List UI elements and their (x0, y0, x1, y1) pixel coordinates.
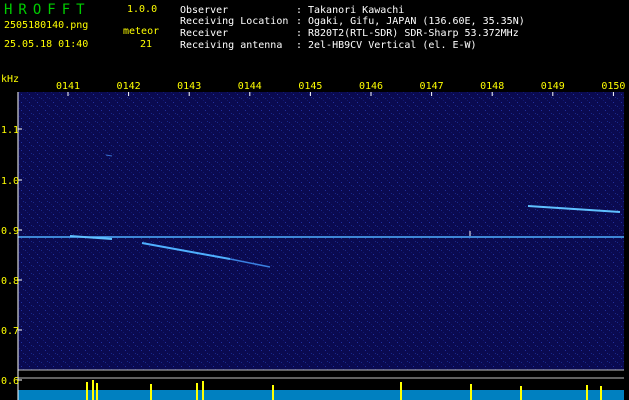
spectrogram-overlay: 1.1 1.0 0.9 0.8 0.7 0.6 kHz 0141 0142 0143 0144 0… (1, 74, 625, 400)
time-label: 0148 (480, 81, 504, 92)
time-label: 0145 (298, 81, 322, 92)
activity-spike (86, 382, 88, 400)
time-label: 0144 (238, 81, 262, 92)
activity-spike (202, 381, 204, 400)
activity-spike (470, 384, 472, 400)
activity-spike (400, 382, 402, 400)
time-label: 0142 (117, 81, 141, 92)
time-label: 0150 (601, 81, 625, 92)
y-tick-label: 0.9 (1, 226, 19, 237)
activity-spike (600, 386, 602, 400)
activity-spike (520, 386, 522, 400)
activity-spike (92, 380, 94, 400)
activity-spike (272, 385, 274, 400)
y-tick-label: 0.7 (1, 326, 19, 337)
spectrogram-noise (18, 92, 624, 370)
y-axis-unit: kHz (1, 74, 19, 85)
activity-spike (150, 384, 152, 400)
time-label: 0141 (56, 81, 80, 92)
activity-spike (586, 385, 588, 400)
time-label: 0149 (541, 81, 565, 92)
time-label: 0146 (359, 81, 383, 92)
activity-spike (196, 383, 198, 400)
time-label: 0143 (177, 81, 201, 92)
y-tick-label: 0.6 (1, 376, 19, 387)
y-tick-label: 0.8 (1, 276, 19, 287)
activity-band (18, 390, 624, 400)
y-tick-label: 1.0 (1, 176, 19, 187)
y-tick-label: 1.1 (1, 125, 19, 136)
time-label: 0147 (420, 81, 444, 92)
activity-spike (96, 383, 98, 400)
